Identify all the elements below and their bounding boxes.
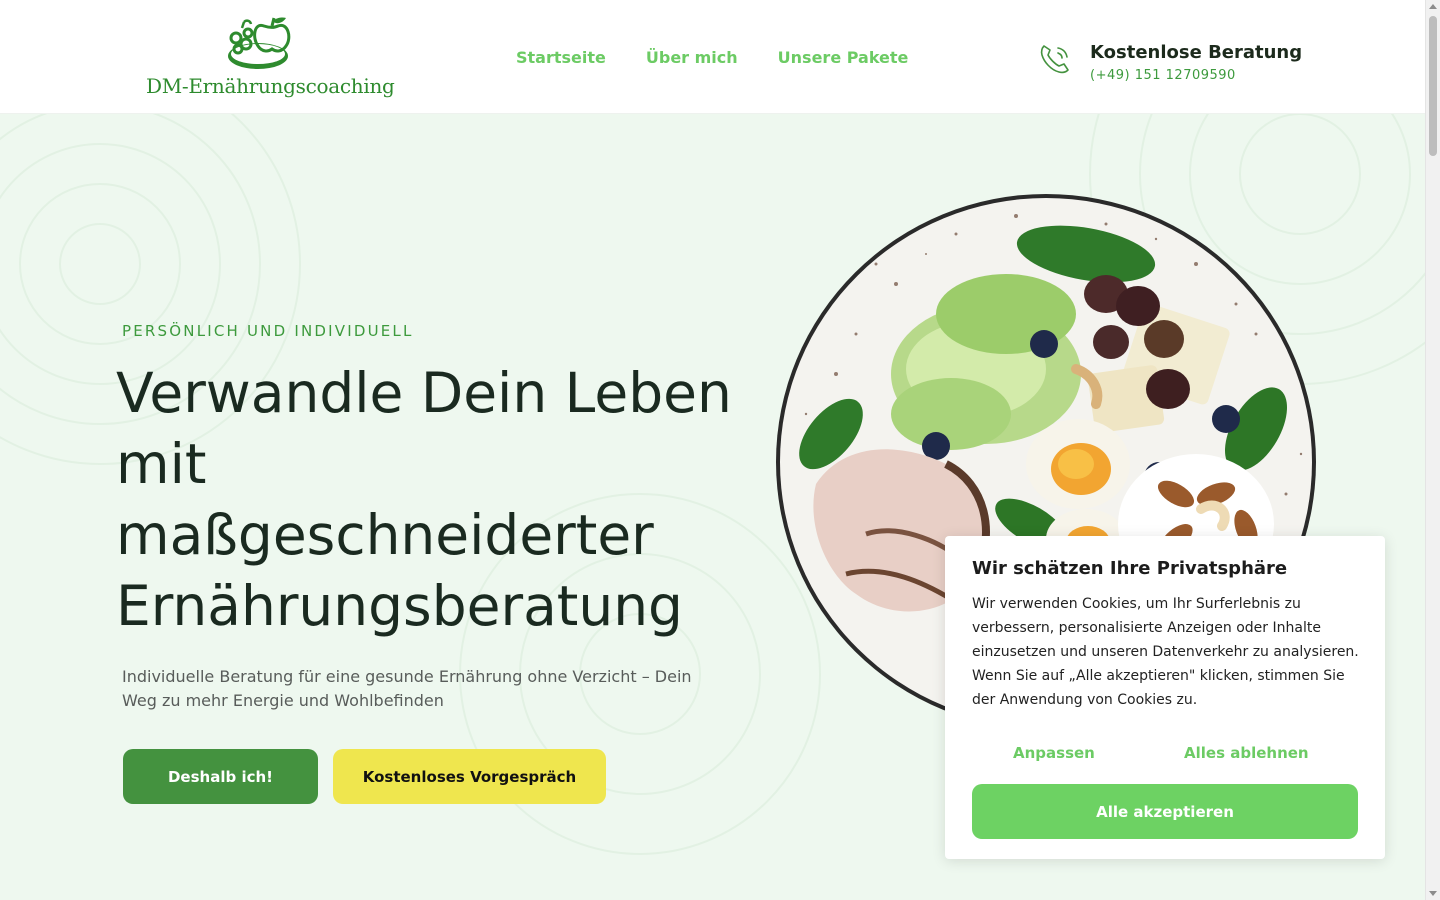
nav-item-startseite[interactable]: Startseite — [516, 48, 606, 67]
contact-phone[interactable]: (+49) 151 12709590 — [1090, 68, 1302, 83]
nav-item-unsere-pakete[interactable]: Unsere Pakete — [778, 48, 909, 67]
cookie-customize-button[interactable]: Anpassen — [1013, 744, 1095, 762]
site-logo[interactable]: DM-Ernährungscoaching — [146, 16, 395, 106]
hero-eyebrow: PERSÖNLICH UND INDIVIDUELL — [122, 322, 414, 340]
deshalb-ich-button[interactable]: Deshalb ich! — [123, 749, 318, 804]
scroll-down-arrow-icon[interactable] — [1429, 891, 1437, 896]
contact-title: Kostenlose Beratung — [1090, 42, 1303, 63]
phone-icon — [1040, 45, 1069, 74]
site-header: DM-Ernährungscoaching Startseite Über mi… — [0, 0, 1425, 114]
cookie-accept-all-button[interactable]: Alle akzeptieren — [972, 784, 1358, 839]
cookie-text: Wir verwenden Cookies, um Ihr Surferlebn… — [972, 596, 1359, 708]
scroll-up-arrow-icon[interactable] — [1429, 4, 1437, 9]
cookie-reject-all-button[interactable]: Alles ablehnen — [1184, 744, 1309, 762]
hero-subline: Individuelle Beratung für eine gesunde E… — [122, 667, 692, 710]
contact-block[interactable]: Kostenlose Beratung (+49) 151 12709590 — [1038, 42, 1302, 83]
scroll-thumb[interactable] — [1429, 16, 1437, 156]
fruit-logo-icon — [228, 17, 291, 69]
main-nav: Startseite Über mich Unsere Pakete — [516, 48, 908, 67]
kostenloses-vorgespraech-button[interactable]: Kostenloses Vorgespräch — [333, 749, 606, 804]
cookie-consent-dialog: Wir schätzen Ihre Privatsphäre Wir verwe… — [945, 536, 1385, 859]
nav-item-ueber-mich[interactable]: Über mich — [646, 48, 738, 67]
logo-text: DM-Ernährungscoaching — [146, 74, 395, 98]
cookie-title: Wir schätzen Ihre Privatsphäre — [972, 558, 1288, 579]
contact-text: Kostenlose Beratung (+49) 151 12709590 — [1090, 42, 1302, 83]
hero-headline: Verwandle Dein Leben mit maßgeschneidert… — [116, 361, 732, 638]
page-scrollbar[interactable] — [1425, 0, 1440, 900]
